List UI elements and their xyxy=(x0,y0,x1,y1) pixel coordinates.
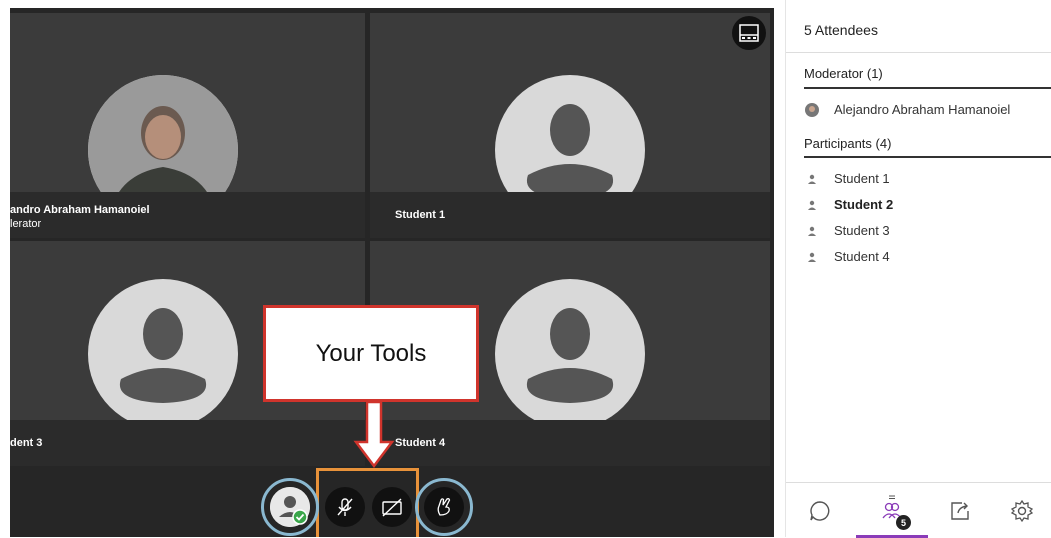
tile-name-bar: dent 3 xyxy=(10,420,365,466)
attendee-row[interactable]: Student 1 xyxy=(804,171,890,186)
microphone-muted-icon xyxy=(337,498,353,516)
section-divider xyxy=(804,87,1051,89)
chat-icon xyxy=(810,500,830,521)
tile-name: andro Abraham Hamanoiel xyxy=(10,204,150,216)
attendee-row[interactable]: Student 4 xyxy=(804,249,890,264)
attendee-name: Student 4 xyxy=(834,249,890,264)
raise-hand-button[interactable] xyxy=(424,487,464,527)
microphone-button[interactable] xyxy=(325,487,365,527)
gear-icon xyxy=(1010,499,1034,522)
attendee-row[interactable]: Student 2 xyxy=(804,197,893,212)
attendee-row[interactable]: Student 3 xyxy=(804,223,890,238)
layout-icon xyxy=(739,24,759,42)
tile-name-bar: Student 1 xyxy=(370,192,770,238)
avatar-placeholder xyxy=(495,279,645,429)
tile-role: lerator xyxy=(10,218,42,230)
tab-settings[interactable] xyxy=(992,483,1051,538)
my-status-button[interactable] xyxy=(270,487,310,527)
attendee-name: Alejandro Abraham Hamanoiel xyxy=(834,102,1011,117)
title-divider xyxy=(786,52,1051,53)
tile-name: Student 4 xyxy=(395,437,446,449)
tab-share-content[interactable] xyxy=(930,483,990,538)
attendee-row-moderator[interactable]: Alejandro Abraham Hamanoiel xyxy=(804,102,1010,117)
camera-off-icon xyxy=(382,498,402,517)
section-divider xyxy=(804,156,1051,158)
tile-name-bar: Student 4 xyxy=(370,420,770,466)
video-tile-student-1[interactable]: Student 1 xyxy=(370,13,770,238)
tab-attendees[interactable]: 5 xyxy=(856,483,928,538)
user-icon xyxy=(804,252,820,262)
attendee-name: Student 1 xyxy=(834,171,890,186)
user-icon xyxy=(804,200,820,210)
tile-name: dent 3 xyxy=(10,437,43,449)
moderator-section-header: Moderator (1) xyxy=(804,66,883,81)
user-avatar-icon xyxy=(270,487,310,527)
user-icon xyxy=(804,226,820,236)
callout-arrow xyxy=(353,402,395,468)
panel-tabs: 5 xyxy=(786,482,1051,538)
participants-section-header: Participants (4) xyxy=(804,136,892,151)
video-tile-moderator[interactable]: andro Abraham Hamanoiel lerator xyxy=(10,13,365,238)
attendee-name: Student 3 xyxy=(834,223,890,238)
layout-toggle-button[interactable] xyxy=(732,16,766,50)
user-icon xyxy=(804,174,820,184)
camera-button[interactable] xyxy=(372,487,412,527)
raise-hand-icon xyxy=(437,498,451,516)
avatar-placeholder xyxy=(88,279,238,429)
share-icon xyxy=(951,501,969,520)
attendees-title: 5 Attendees xyxy=(804,22,878,38)
attendee-name: Student 2 xyxy=(834,197,894,212)
attendees-panel: 5 Attendees Moderator (1) Alejandro Abra… xyxy=(785,0,1051,538)
your-tools-callout: Your Tools xyxy=(263,305,479,402)
attendee-count-badge: 5 xyxy=(896,515,911,530)
tile-name: Student 1 xyxy=(395,209,446,221)
tile-name-bar: andro Abraham Hamanoiel lerator xyxy=(10,192,365,238)
tab-chat[interactable] xyxy=(786,483,854,538)
session-toolbar xyxy=(10,468,774,537)
moderator-avatar-icon xyxy=(804,102,820,117)
